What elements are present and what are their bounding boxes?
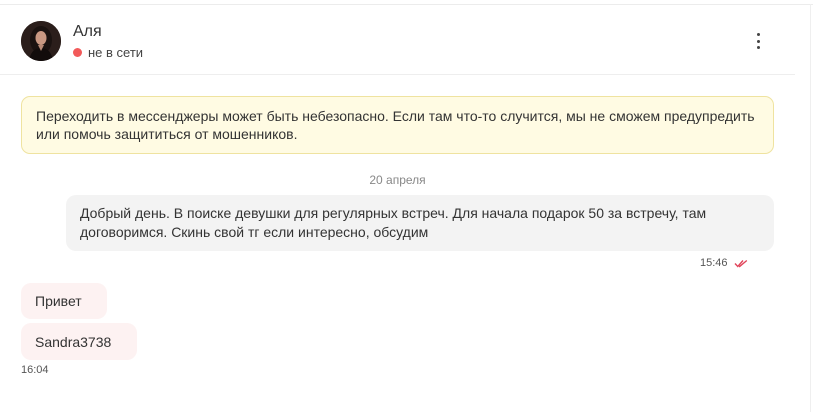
contact-name[interactable]: Аля — [73, 23, 102, 41]
incoming-message[interactable]: Sandra3738 — [21, 323, 137, 360]
messenger-warning-banner: Переходить в мессенджеры может быть небе… — [21, 96, 774, 154]
offline-status-dot-icon — [73, 48, 82, 57]
message-text: Добрый день. В поиске девушки для регуля… — [80, 205, 707, 240]
contact-status: не в сети — [73, 45, 143, 60]
more-options-button[interactable] — [748, 30, 768, 52]
status-text: не в сети — [88, 45, 144, 60]
outgoing-message[interactable]: Добрый день. В поиске девушки для регуля… — [66, 195, 774, 251]
message-time: 16:04 — [21, 364, 49, 376]
date-separator: 20 апреля — [369, 173, 426, 187]
outgoing-message-meta: 15:46 — [700, 256, 748, 270]
avatar[interactable] — [21, 21, 61, 61]
more-vertical-icon — [756, 33, 760, 36]
read-double-check-icon — [734, 259, 747, 268]
avatar-photo — [21, 21, 61, 61]
warning-text: Переходить в мессенджеры может быть небе… — [36, 108, 755, 142]
incoming-message[interactable]: Привет — [21, 283, 107, 319]
right-divider — [810, 4, 811, 412]
chat-header: Аля не в сети — [0, 5, 795, 75]
message-time: 15:46 — [700, 257, 728, 269]
message-text: Привет — [35, 293, 82, 309]
message-text: Sandra3738 — [35, 333, 112, 350]
chat-window: Аля не в сети Переходить в мессенджеры м… — [0, 0, 813, 412]
